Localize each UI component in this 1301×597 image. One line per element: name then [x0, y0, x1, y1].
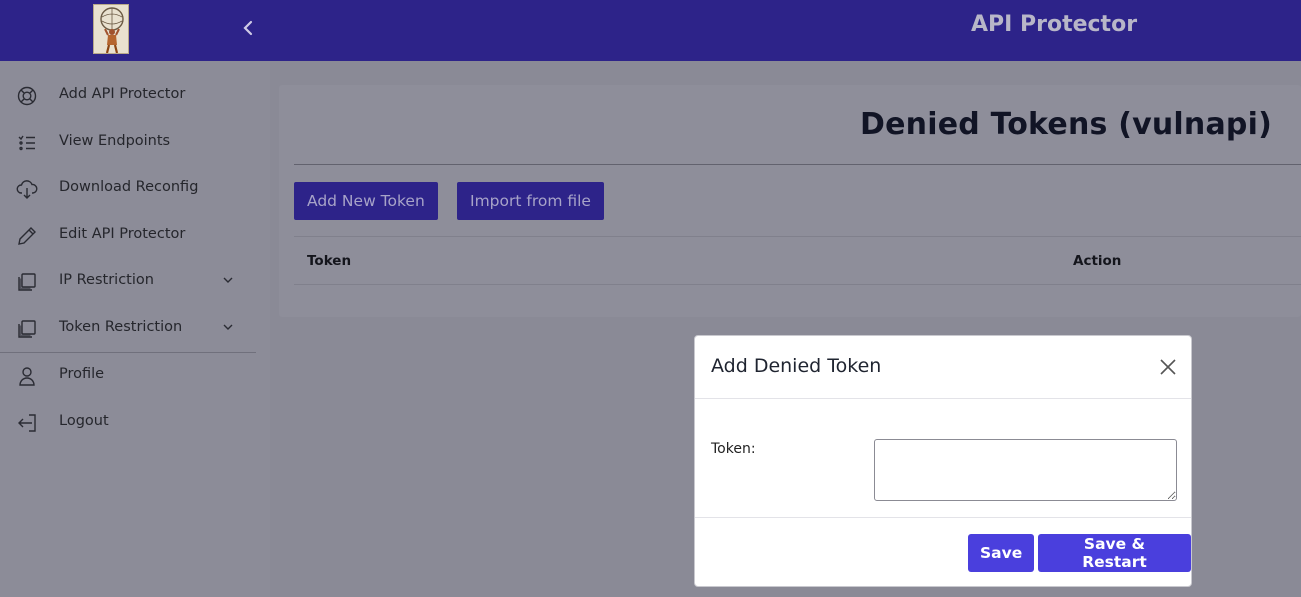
sidebar-item-download-reconfig[interactable]: Download Reconfig — [0, 166, 256, 212]
chevron-down-icon[interactable] — [221, 319, 235, 333]
modal-title: Add Denied Token — [711, 355, 882, 377]
column-header-token: Token — [307, 253, 352, 269]
add-denied-token-modal: Add Denied Token Token: Save Save & Rest… — [694, 335, 1192, 587]
sidebar: Add API Protector View Endpoints Downloa… — [0, 61, 270, 597]
top-bar: API Protector — [0, 0, 1301, 61]
chevron-down-icon[interactable] — [221, 272, 235, 286]
token-label: Token: — [711, 441, 756, 457]
sidebar-item-label: Edit API Protector — [59, 226, 186, 242]
main-card: Denied Tokens (vulnapi) Add New Token Im… — [279, 85, 1301, 317]
token-input[interactable] — [874, 439, 1177, 501]
modal-header-divider — [695, 398, 1191, 399]
sidebar-item-view-endpoints[interactable]: View Endpoints — [0, 120, 256, 166]
copy-icon — [16, 318, 38, 340]
save-restart-button[interactable]: Save & Restart — [1038, 534, 1191, 572]
sidebar-item-token-restriction[interactable]: Token Restriction — [0, 306, 256, 352]
close-icon[interactable] — [1157, 356, 1179, 378]
logout-icon — [16, 412, 38, 434]
copy-icon — [16, 271, 38, 293]
import-from-file-button[interactable]: Import from file — [457, 182, 604, 220]
app-title: API Protector — [971, 12, 1138, 37]
sidebar-item-label: IP Restriction — [59, 272, 154, 288]
pencil-icon — [16, 225, 38, 247]
sidebar-item-label: Download Reconfig — [59, 179, 199, 195]
column-header-action: Action — [1073, 253, 1122, 269]
user-icon — [16, 365, 38, 387]
chevron-left-icon[interactable] — [238, 16, 258, 40]
page-title: Denied Tokens (vulnapi) — [860, 107, 1272, 142]
save-button[interactable]: Save — [968, 534, 1035, 572]
sidebar-item-edit-api-protector[interactable]: Edit API Protector — [0, 213, 256, 259]
sidebar-item-logout[interactable]: Logout — [0, 400, 256, 446]
sidebar-item-profile[interactable]: Profile — [0, 353, 256, 399]
atlas-logo-icon[interactable] — [93, 4, 129, 54]
sidebar-item-label: Logout — [59, 413, 109, 429]
sidebar-item-label: Profile — [59, 366, 105, 382]
list-icon — [16, 132, 38, 154]
sidebar-item-add-api-protector[interactable]: Add API Protector — [0, 73, 256, 119]
cloud-download-icon — [16, 178, 38, 200]
modal-footer-divider — [695, 517, 1191, 518]
sidebar-item-ip-restriction[interactable]: IP Restriction — [0, 259, 256, 305]
sidebar-item-label: Add API Protector — [59, 86, 186, 102]
add-new-token-button[interactable]: Add New Token — [294, 182, 438, 220]
table-header: Token Action — [294, 236, 1301, 285]
lifebuoy-icon — [16, 85, 38, 107]
title-divider — [294, 164, 1301, 165]
sidebar-item-label: View Endpoints — [59, 133, 171, 149]
sidebar-item-label: Token Restriction — [59, 319, 183, 335]
